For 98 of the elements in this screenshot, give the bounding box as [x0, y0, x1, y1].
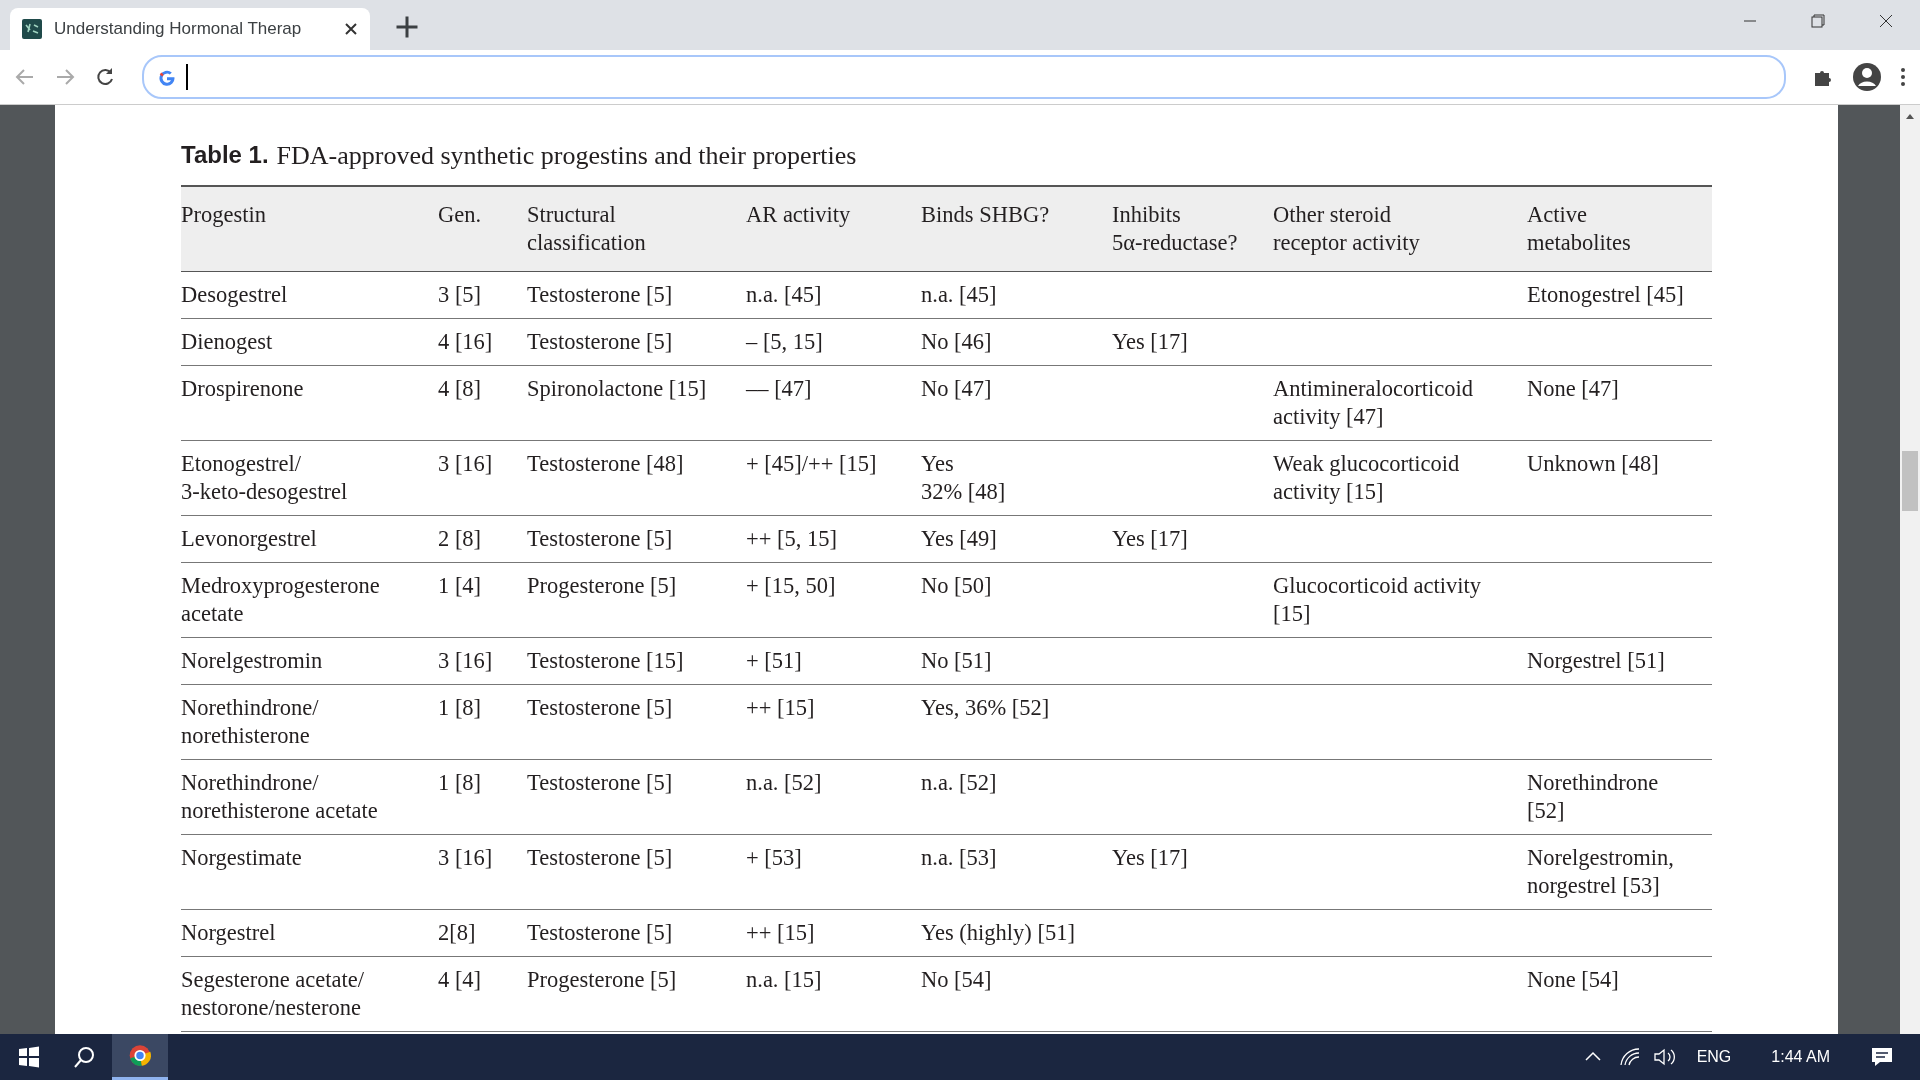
google-icon [158, 68, 176, 86]
table-cell: + [15, 50] [746, 563, 921, 638]
table-cell: Norethindrone/ norethisterone acetate [181, 760, 438, 835]
column-header: Active metabolites [1527, 185, 1712, 272]
table-cell: Drospirenone [181, 366, 438, 441]
table-cell: Glucocorticoid activity [15] [1273, 563, 1527, 638]
profile-icon[interactable] [1852, 62, 1882, 92]
address-field[interactable] [142, 55, 1786, 99]
table-cell: Yes [17] [1112, 319, 1273, 366]
table-cell: Yes [17] [1112, 835, 1273, 910]
table-cell: Yes (highly) [51] [921, 910, 1112, 957]
table-cell: Testosterone [5] [527, 910, 746, 957]
table-cell: Yes [17] [1112, 516, 1273, 563]
table-cell: 2[8] [438, 910, 527, 957]
table-cell: Levonorgestrel [181, 516, 438, 563]
table-cell: Testosterone [5] [527, 516, 746, 563]
table-cell: – [5, 15] [746, 319, 921, 366]
table-cell: + [51] [746, 638, 921, 685]
table-cell: Norgestrel [181, 910, 438, 957]
table-cell: 1 [8] [438, 685, 527, 760]
table-cell: 3 [16] [438, 638, 527, 685]
table-cell: 3 [16] [438, 835, 527, 910]
column-header: Progestin [181, 185, 438, 272]
table-cell: n.a. [52] [921, 760, 1112, 835]
table-cell: Segesterone acetate/ nestorone/nesterone [181, 957, 438, 1032]
table-cell: Testosterone [5] [527, 272, 746, 319]
reload-icon[interactable] [94, 66, 116, 88]
table-cell: Norgestrel [51] [1527, 638, 1712, 685]
notification-icon[interactable] [1870, 1046, 1894, 1068]
table-cell: 4 [4] [438, 957, 527, 1032]
table-cell: Norelgestromin [181, 638, 438, 685]
table-cell: 1 [4] [438, 563, 527, 638]
table-cell: Progesterone [5] [527, 957, 746, 1032]
table-cell: ++ [15] [746, 685, 921, 760]
table-cell: Norethindrone [52] [1527, 760, 1712, 835]
network-icon[interactable] [1618, 1047, 1641, 1067]
column-header: Structural classification [527, 185, 746, 272]
table-cell: Testosterone [48] [527, 441, 746, 516]
menu-icon[interactable] [1900, 66, 1906, 88]
table-cell: Norgestimate [181, 835, 438, 910]
table-cell: Testosterone [5] [527, 835, 746, 910]
table-cell: Etonogestrel/ 3-keto-desogestrel [181, 441, 438, 516]
table-cell: ++ [5, 15] [746, 516, 921, 563]
table-cell: Yes, 36% [52] [921, 685, 1112, 760]
table-cell: Antimineralocorticoid activity [47] [1273, 366, 1527, 441]
table-cell: Norelgestromin, norgestrel [53] [1527, 835, 1712, 910]
table-cell: Norethindrone/ norethisterone [181, 685, 438, 760]
table-cell: Yes 32% [48] [921, 441, 1112, 516]
chrome-taskbar-icon[interactable] [112, 1034, 168, 1080]
table-cell: No [46] [921, 319, 1112, 366]
table-cell: No [51] [921, 638, 1112, 685]
table-caption-label: Table 1. [181, 141, 269, 170]
table-cell: 1 [8] [438, 760, 527, 835]
table-cell: ++ [15] [746, 910, 921, 957]
table-caption: FDA-approved synthetic progestins and their properties [276, 141, 857, 171]
table-cell: –– [47] [746, 366, 921, 441]
scrollbar-thumb[interactable] [1902, 451, 1918, 511]
language-indicator[interactable]: ENG [1682, 1048, 1746, 1066]
table-cell: Testosterone [5] [527, 760, 746, 835]
table-cell: Yes [49] [921, 516, 1112, 563]
table-cell: Unknown [48] [1527, 441, 1712, 516]
table-cell: n.a. [45] [746, 272, 921, 319]
table-cell: Spironolactone [15] [527, 366, 746, 441]
table-cell: Weak glucocorticoid activity [15] [1273, 441, 1527, 516]
browser-tab[interactable]: Understanding Hormonal Therap [10, 8, 370, 50]
table-cell: None [54] [1527, 957, 1712, 1032]
table-cell: None [47] [1527, 366, 1712, 441]
volume-icon[interactable] [1652, 1047, 1677, 1067]
table-cell: Etonogestrel [45] [1527, 272, 1712, 319]
table-cell: 2 [8] [438, 516, 527, 563]
table-cell: 4 [8] [438, 366, 527, 441]
table-cell: No [47] [921, 366, 1112, 441]
table-cell: Progesterone [5] [527, 563, 746, 638]
table-cell: No [50] [921, 563, 1112, 638]
table-cell: Medroxyprogesterone acetate [181, 563, 438, 638]
table-cell: Desogestrel [181, 272, 438, 319]
table-cell: 4 [16] [438, 319, 527, 366]
table-cell: n.a. [53] [921, 835, 1112, 910]
table-cell: n.a. [45] [921, 272, 1112, 319]
table-cell: Dienogest [181, 319, 438, 366]
close-icon[interactable] [344, 22, 358, 36]
table-cell: No [54] [921, 957, 1112, 1032]
table-cell: Testosterone [15] [527, 638, 746, 685]
table-cell: Testosterone [5] [527, 319, 746, 366]
table-cell: Testosterone [5] [527, 685, 746, 760]
column-header: Inhibits 5α-reductase? [1112, 185, 1273, 272]
table-cell: n.a. [15] [746, 957, 921, 1032]
column-header: Gen. [438, 185, 527, 272]
column-header: Other steroid receptor activity [1273, 185, 1527, 272]
column-header: Binds SHBG? [921, 185, 1112, 272]
table-cell: + [45]/++ [15] [746, 441, 921, 516]
table-cell: 3 [5] [438, 272, 527, 319]
column-header: AR activity [746, 185, 921, 272]
table-cell: n.a. [52] [746, 760, 921, 835]
table-cell: + [53] [746, 835, 921, 910]
clock[interactable]: 1:44 AM [1745, 1048, 1856, 1066]
table-cell: 3 [16] [438, 441, 527, 516]
site-icon [22, 19, 42, 39]
